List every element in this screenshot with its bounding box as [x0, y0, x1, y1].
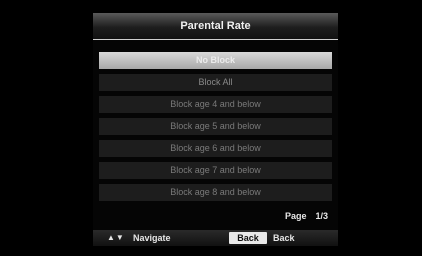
page-label: Page [284, 211, 307, 221]
footer-bar: ▲▼ Navigate Back Back [93, 230, 338, 246]
option-block-age-7[interactable]: Block age 7 and below [99, 162, 332, 179]
up-down-arrows-icon: ▲▼ [107, 233, 125, 242]
option-block-age-8[interactable]: Block age 8 and below [99, 184, 332, 201]
back-key-button[interactable]: Back [229, 232, 267, 244]
page-indicator: Page 1/3 [248, 211, 328, 221]
option-list: No Block Block All Block age 4 and below… [99, 52, 332, 206]
dialog-title: Parental Rate [93, 13, 338, 40]
option-block-age-6[interactable]: Block age 6 and below [99, 140, 332, 157]
navigate-label: Navigate [133, 233, 171, 243]
option-block-age-4[interactable]: Block age 4 and below [99, 96, 332, 113]
option-no-block[interactable]: No Block [99, 52, 332, 69]
back-label: Back [273, 233, 295, 243]
parental-rate-dialog: Parental Rate No Block Block All Block a… [93, 13, 338, 246]
option-block-age-5[interactable]: Block age 5 and below [99, 118, 332, 135]
option-block-all[interactable]: Block All [99, 74, 332, 91]
page-value: 1/3 [315, 211, 328, 221]
